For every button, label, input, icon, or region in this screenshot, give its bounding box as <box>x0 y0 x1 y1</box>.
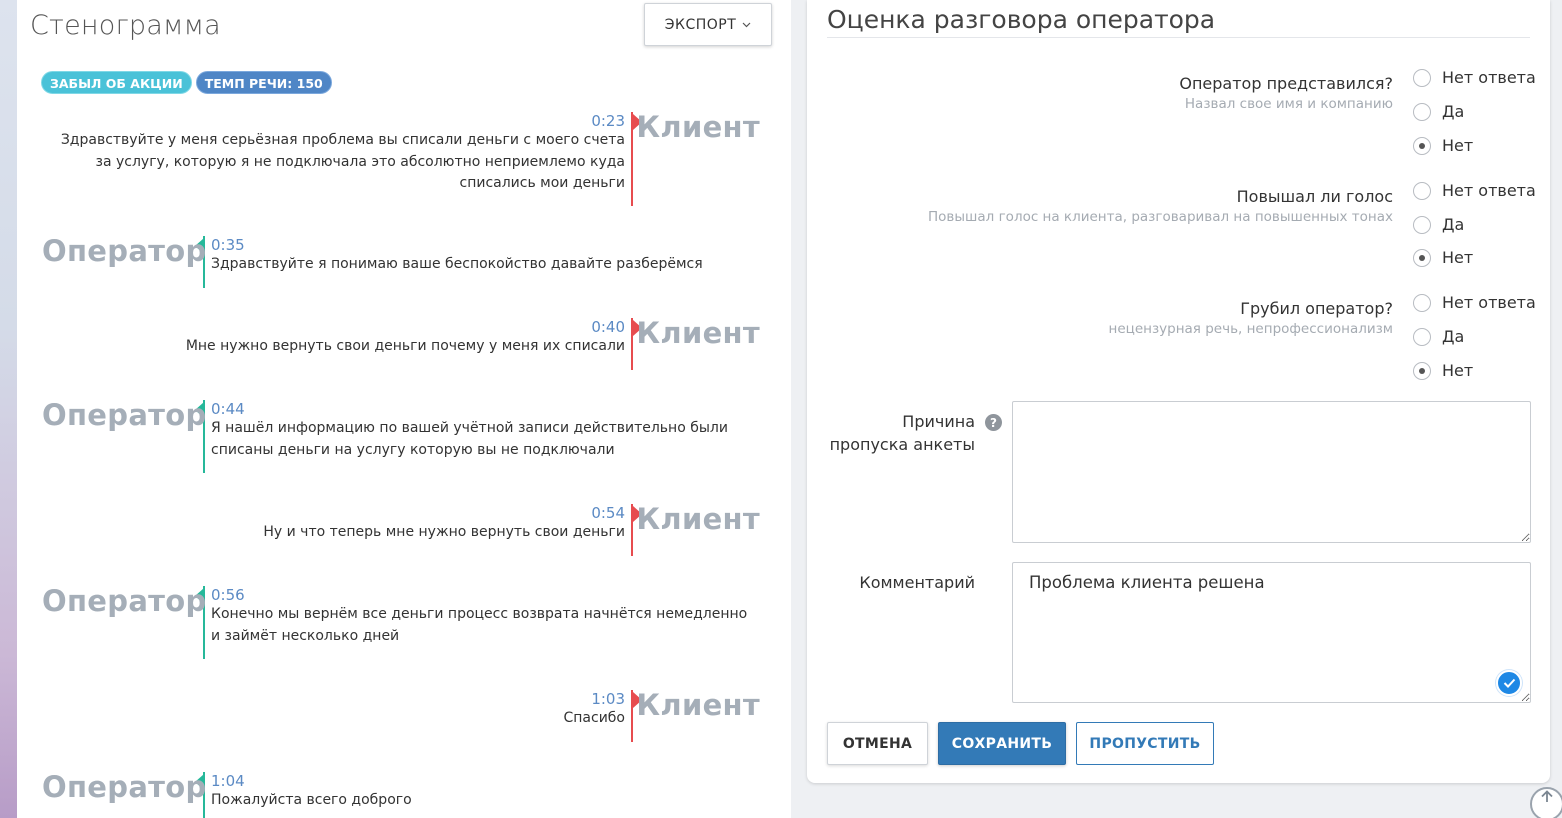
question-title: Грубил оператор? <box>1240 299 1393 318</box>
question-title: Оператор представился? <box>1179 74 1393 93</box>
radio-label: Нет ответа <box>1442 68 1536 87</box>
message-operator: Оператор 0:35 Здравствуйте я понимаю ваш… <box>42 234 771 288</box>
checkmark-icon <box>1496 670 1522 696</box>
radio-button[interactable] <box>1413 102 1431 121</box>
message-operator: Оператор 0:44 Я нашёл информацию по ваше… <box>42 398 756 473</box>
speaker-label-client: Клиент <box>636 110 760 144</box>
tag-forgot-promo: ЗАБЫЛ ОБ АКЦИИ <box>41 71 192 94</box>
message-text: Спасибо <box>563 710 625 726</box>
message-time: 1:03 <box>591 690 625 708</box>
evaluation-panel: Оценка разговора оператора Оператор пред… <box>807 0 1550 783</box>
transcript-panel: Стенограмма ЭКСПОРТ ЗАБЫЛ ОБ АКЦИИ ТЕМП … <box>17 0 791 818</box>
radio-label: Нет ответа <box>1442 293 1536 312</box>
message-time: 0:54 <box>591 504 625 522</box>
radio-q2-no[interactable]: Нет <box>1413 248 1473 267</box>
radio-button[interactable] <box>1413 68 1431 87</box>
left-edge-strip <box>0 0 17 818</box>
title-divider <box>827 37 1530 38</box>
comment-textarea[interactable]: Проблема клиента решена <box>1012 562 1531 703</box>
radio-q2-no-answer[interactable]: Нет ответа <box>1413 181 1536 200</box>
message-text: Ну и что теперь мне нужно вернуть свои д… <box>263 524 625 540</box>
message-text: Я нашёл информацию по вашей учётной запи… <box>211 420 728 458</box>
question-subtitle: Назвал свое имя и компанию <box>1184 96 1393 112</box>
message-time: 0:56 <box>211 586 245 604</box>
message-time: 0:40 <box>591 318 625 336</box>
message-text: Мне нужно вернуть свои деньги почему у м… <box>185 338 625 354</box>
message-text: Пожалуйста всего доброго <box>211 792 412 808</box>
arrow-up-icon <box>1538 789 1556 808</box>
evaluation-title: Оценка разговора оператора <box>827 5 1216 34</box>
radio-label: Нет <box>1442 248 1474 267</box>
radio-label: Нет <box>1442 361 1474 380</box>
radio-q3-no[interactable]: Нет <box>1413 361 1473 380</box>
radio-label: Нет <box>1442 136 1474 155</box>
message-text: Здравствуйте у меня серьёзная проблема в… <box>60 132 625 191</box>
speaker-label-operator: Оператор <box>42 398 207 432</box>
question-subtitle: Повышал голос на клиента, разговаривал н… <box>928 209 1393 225</box>
message-time: 0:23 <box>591 112 625 130</box>
skip-reason-label: Причина <box>827 410 975 433</box>
speaker-label-operator: Оператор <box>42 770 207 804</box>
radio-button[interactable] <box>1413 181 1431 200</box>
speaker-label-operator: Оператор <box>42 234 207 268</box>
skip-reason-label-line1: Причина <box>902 412 975 431</box>
speaker-label-client: Клиент <box>636 502 760 536</box>
speaker-label-client: Клиент <box>636 316 760 350</box>
scroll-to-top-button[interactable] <box>1530 787 1562 818</box>
message-time: 1:04 <box>211 772 245 790</box>
speaker-label-operator: Оператор <box>42 584 207 618</box>
radio-button[interactable] <box>1413 215 1431 234</box>
radio-label: Да <box>1442 102 1465 121</box>
radio-q3-yes[interactable]: Да <box>1413 327 1464 346</box>
tag-list: ЗАБЫЛ ОБ АКЦИИ ТЕМП РЕЧИ: 150 <box>41 71 332 94</box>
skip-reason-textarea[interactable] <box>1012 401 1531 543</box>
message-text: Конечно мы вернём все деньги процесс воз… <box>211 606 748 644</box>
tag-speech-rate: ТЕМП РЕЧИ: 150 <box>195 71 332 94</box>
chevron-down-icon <box>742 18 751 31</box>
radio-q2-yes[interactable]: Да <box>1413 215 1464 234</box>
message-client: Клиент 0:40 Мне нужно вернуть свои деньг… <box>42 316 760 370</box>
message-client: Клиент 1:03 Спасибо <box>42 688 760 742</box>
skip-button[interactable]: ПРОПУСТИТЬ <box>1076 722 1214 765</box>
message-client: Клиент 0:54 Ну и что теперь мне нужно ве… <box>42 502 760 556</box>
radio-button-checked[interactable] <box>1413 361 1431 380</box>
radio-button[interactable] <box>1413 293 1431 312</box>
help-icon[interactable]: ? <box>985 414 1002 431</box>
radio-label: Нет ответа <box>1442 181 1536 200</box>
message-operator: Оператор 0:56 Конечно мы вернём все день… <box>42 584 756 659</box>
transcript-title: Стенограмма <box>30 10 221 41</box>
message-time: 0:35 <box>211 236 245 254</box>
radio-label: Да <box>1442 327 1465 346</box>
question-subtitle: нецензурная речь, непрофессионализм <box>1108 321 1393 337</box>
radio-q1-yes[interactable]: Да <box>1413 102 1464 121</box>
save-button[interactable]: СОХРАНИТЬ <box>938 722 1066 765</box>
export-button[interactable]: ЭКСПОРТ <box>644 3 772 46</box>
radio-button[interactable] <box>1413 327 1431 346</box>
speaker-label-client: Клиент <box>636 688 760 722</box>
radio-label: Да <box>1442 215 1465 234</box>
message-time: 0:44 <box>211 400 245 418</box>
cancel-button[interactable]: ОТМЕНА <box>827 722 928 765</box>
comment-label: Комментарий <box>859 573 975 592</box>
radio-button-checked[interactable] <box>1413 136 1431 155</box>
radio-q1-no[interactable]: Нет <box>1413 136 1473 155</box>
skip-reason-label-line2: пропуска анкеты <box>829 435 975 454</box>
message-client: Клиент 0:23 Здравствуйте у меня серьёзна… <box>42 110 760 206</box>
radio-q1-no-answer[interactable]: Нет ответа <box>1413 68 1536 87</box>
radio-button-checked[interactable] <box>1413 248 1431 267</box>
export-label: ЭКСПОРТ <box>664 16 737 33</box>
radio-q3-no-answer[interactable]: Нет ответа <box>1413 293 1536 312</box>
message-text: Здравствуйте я понимаю ваше беспокойство… <box>211 256 703 272</box>
question-title: Повышал ли голос <box>1236 187 1393 206</box>
message-operator: Оператор 1:04 Пожалуйста всего доброго <box>42 770 756 818</box>
